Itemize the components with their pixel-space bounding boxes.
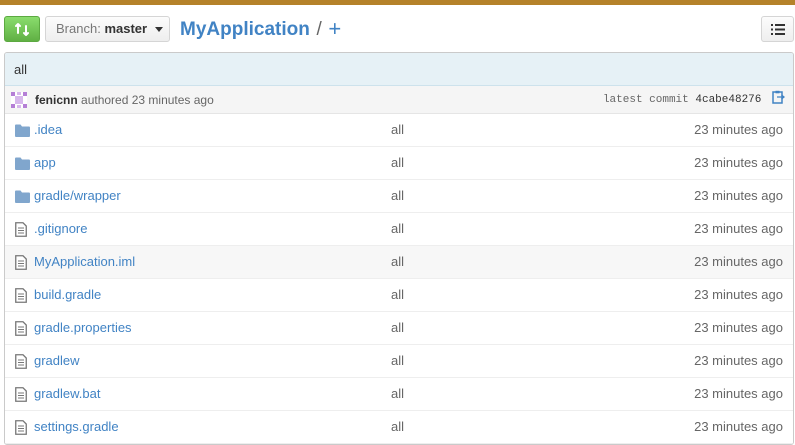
branch-name: master bbox=[104, 21, 148, 36]
file-text-icon bbox=[15, 222, 27, 240]
folder-icon bbox=[15, 190, 30, 206]
file-age: 23 minutes ago bbox=[694, 155, 783, 170]
branch-select-button[interactable]: Branch: master bbox=[45, 16, 170, 42]
commit-title[interactable]: all bbox=[5, 53, 793, 86]
file-row: .idea all 23 minutes ago bbox=[5, 114, 793, 147]
file-name-link[interactable]: .gitignore bbox=[34, 213, 87, 245]
folder-icon bbox=[15, 124, 30, 140]
file-age: 23 minutes ago bbox=[694, 122, 783, 137]
file-commit-message[interactable]: all bbox=[391, 411, 404, 443]
file-row: build.gradle all 23 minutes ago bbox=[5, 279, 793, 312]
file-row: MyApplication.iml all 23 minutes ago bbox=[5, 246, 793, 279]
file-commit-message[interactable]: all bbox=[391, 180, 404, 212]
file-row: gradle/wrapper all 23 minutes ago bbox=[5, 180, 793, 213]
file-browser: all fenicnn authored 23 minutes ago late… bbox=[4, 52, 794, 445]
file-commit-message[interactable]: all bbox=[391, 279, 404, 311]
file-name-link[interactable]: settings.gradle bbox=[34, 411, 119, 443]
commit-sha-link[interactable]: 4cabe48276 bbox=[695, 94, 761, 106]
breadcrumb: MyApplication / + bbox=[180, 17, 341, 41]
file-name-link[interactable]: MyApplication.iml bbox=[34, 246, 135, 278]
chevron-down-icon bbox=[154, 27, 163, 33]
file-name-link[interactable]: .idea bbox=[34, 114, 62, 146]
commit-meta: fenicnn authored 23 minutes ago latest c… bbox=[5, 86, 793, 114]
breadcrumb-separator: / bbox=[316, 19, 322, 40]
latest-commit-label: latest commit bbox=[602, 94, 689, 106]
file-row: gradlew.bat all 23 minutes ago bbox=[5, 378, 793, 411]
file-row: .gitignore all 23 minutes ago bbox=[5, 213, 793, 246]
file-name-link[interactable]: gradle.properties bbox=[34, 312, 132, 344]
list-icon bbox=[771, 24, 785, 35]
compare-button[interactable] bbox=[4, 16, 40, 42]
repo-name-link[interactable]: MyApplication bbox=[180, 19, 310, 40]
file-age: 23 minutes ago bbox=[694, 386, 783, 401]
latest-commit: latest commit 4cabe48276 bbox=[603, 86, 785, 114]
file-age: 23 minutes ago bbox=[694, 320, 783, 335]
toolbar: Branch: master MyApplication / + bbox=[0, 5, 795, 52]
file-text-icon bbox=[15, 420, 27, 438]
file-row: app all 23 minutes ago bbox=[5, 147, 793, 180]
folder-icon bbox=[15, 157, 30, 173]
file-age: 23 minutes ago bbox=[694, 254, 783, 269]
commit-author-line: fenicnn authored 23 minutes ago bbox=[35, 86, 214, 114]
file-row: settings.gradle all 23 minutes ago bbox=[5, 411, 793, 444]
new-file-link[interactable]: + bbox=[328, 16, 341, 41]
file-commit-message[interactable]: all bbox=[391, 213, 404, 245]
file-list: .idea all 23 minutes ago app all 23 minutes a… bbox=[5, 114, 793, 444]
file-commit-message[interactable]: all bbox=[391, 345, 404, 377]
file-age: 23 minutes ago bbox=[694, 221, 783, 236]
file-name-link[interactable]: gradlew.bat bbox=[34, 378, 101, 410]
file-name-link[interactable]: build.gradle bbox=[34, 279, 101, 311]
file-name-link[interactable]: gradlew bbox=[34, 345, 80, 377]
file-commit-message[interactable]: all bbox=[391, 147, 404, 179]
file-commit-message[interactable]: all bbox=[391, 114, 404, 146]
file-age: 23 minutes ago bbox=[694, 287, 783, 302]
file-commit-message[interactable]: all bbox=[391, 378, 404, 410]
file-commit-message[interactable]: all bbox=[391, 246, 404, 278]
file-row: gradlew all 23 minutes ago bbox=[5, 345, 793, 378]
file-text-icon bbox=[15, 387, 27, 405]
file-name-link[interactable]: app bbox=[34, 147, 56, 179]
file-commit-message[interactable]: all bbox=[391, 312, 404, 344]
authored-time: authored 23 minutes ago bbox=[81, 93, 214, 107]
file-text-icon bbox=[15, 288, 27, 306]
file-age: 23 minutes ago bbox=[694, 419, 783, 434]
file-text-icon bbox=[15, 321, 27, 339]
file-text-icon bbox=[15, 354, 27, 372]
file-age: 23 minutes ago bbox=[694, 188, 783, 203]
avatar[interactable] bbox=[11, 92, 27, 108]
branch-prefix-label: Branch: bbox=[56, 21, 101, 36]
file-row: gradle.properties all 23 minutes ago bbox=[5, 312, 793, 345]
compare-icon bbox=[15, 23, 29, 36]
commit-author[interactable]: fenicnn bbox=[35, 93, 78, 107]
file-text-icon bbox=[15, 255, 27, 273]
file-age: 23 minutes ago bbox=[694, 353, 783, 368]
file-list-view-button[interactable] bbox=[761, 16, 794, 42]
file-name-link[interactable]: gradle/wrapper bbox=[34, 180, 121, 212]
clipboard-icon[interactable] bbox=[772, 90, 785, 104]
